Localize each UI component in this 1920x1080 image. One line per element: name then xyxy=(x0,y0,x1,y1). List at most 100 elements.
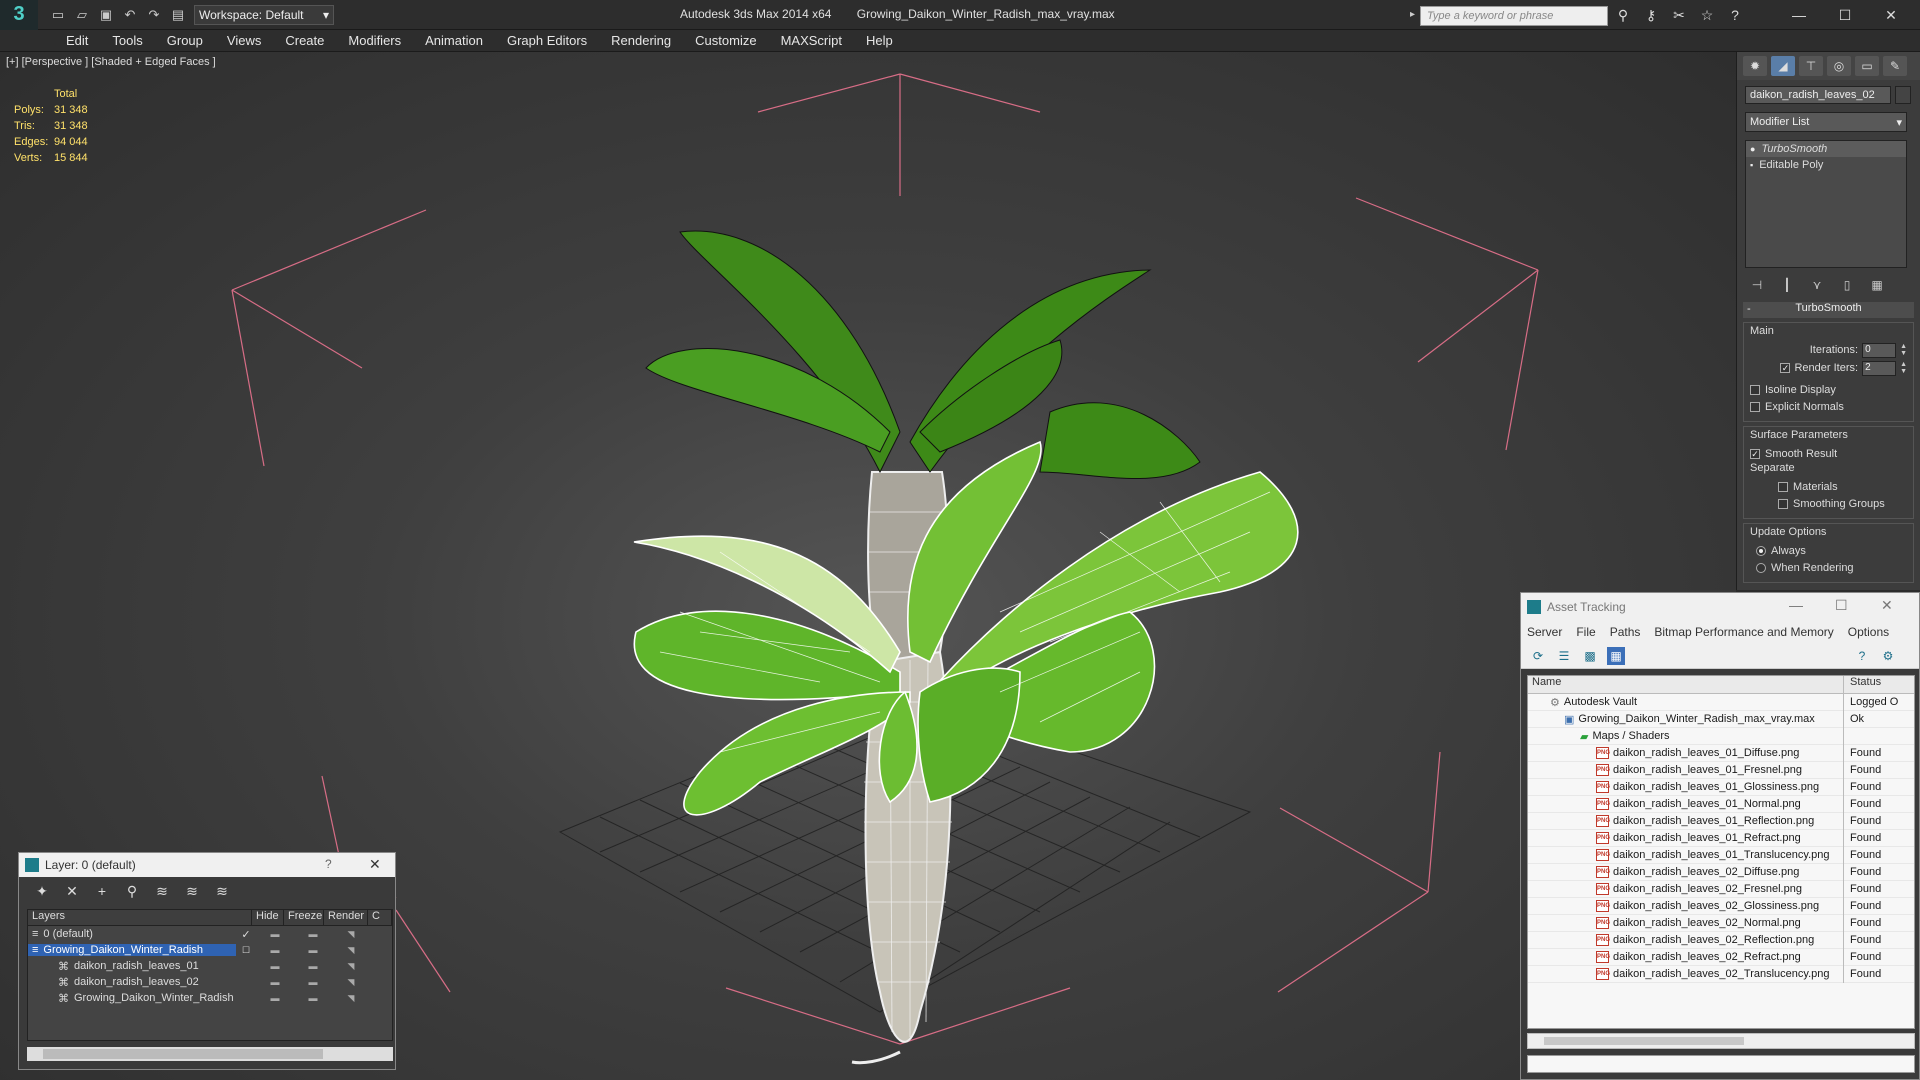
table-row[interactable]: ⚙ Autodesk Vault Logged O xyxy=(1528,693,1914,711)
help-icon[interactable]: ? xyxy=(1853,647,1871,665)
table-row[interactable]: PNG daikon_radish_leaves_02_Refract.png Fo… xyxy=(1528,948,1914,966)
menu-customize[interactable]: Customize xyxy=(683,33,768,48)
subscription-icon[interactable]: ⚷ xyxy=(1640,6,1662,24)
table-row[interactable]: PNG daikon_radish_leaves_02_Fresnel.png Fo… xyxy=(1528,880,1914,898)
render-iters-spinner[interactable]: 2 xyxy=(1862,360,1897,376)
smoothing-groups-checkbox[interactable] xyxy=(1778,498,1788,509)
freeze-toggle[interactable]: ▬ xyxy=(294,993,332,1003)
open-file-icon[interactable]: ▱ xyxy=(72,6,92,24)
pin-stack-icon[interactable]: ⊣ xyxy=(1747,276,1767,294)
menu-create[interactable]: Create xyxy=(273,33,336,48)
object-color-swatch[interactable] xyxy=(1895,86,1911,104)
freeze-toggle[interactable]: ▬ xyxy=(294,977,332,987)
minimize-icon[interactable]: — xyxy=(1776,0,1822,30)
search-input[interactable]: Type a keyword or phrase xyxy=(1420,6,1608,26)
utilities-tab-icon[interactable]: ✎ xyxy=(1883,56,1907,76)
stack-item-editable-poly[interactable]: ▪ Editable Poly xyxy=(1746,157,1906,173)
menu-rendering[interactable]: Rendering xyxy=(599,33,683,48)
col-hide[interactable]: Hide xyxy=(252,910,284,925)
make-unique-icon[interactable]: ⋎ xyxy=(1807,276,1827,294)
menu-maxscript[interactable]: MAXScript xyxy=(769,33,854,48)
spinner-arrows-icon[interactable]: ▲ ▼ xyxy=(1900,343,1907,357)
table-row[interactable]: PNG daikon_radish_leaves_01_Glossiness.pn… xyxy=(1528,778,1914,796)
freeze-toggle[interactable]: ▬ xyxy=(294,945,332,955)
turbosmooth-rollout-header[interactable]: - TurboSmooth xyxy=(1743,302,1914,318)
show-end-result-icon[interactable]: ┃ xyxy=(1777,276,1797,294)
table-row[interactable]: PNG daikon_radish_leaves_01_Fresnel.png Fo… xyxy=(1528,761,1914,779)
always-radio[interactable] xyxy=(1756,545,1766,556)
set-current-box[interactable]: ☐ xyxy=(236,945,256,956)
scrollbar-thumb[interactable] xyxy=(1544,1037,1744,1045)
workspace-dropdown[interactable]: Workspace: Default ▾ xyxy=(194,4,334,25)
hide-toggle[interactable]: ▬ xyxy=(256,977,294,987)
menu-graph-editors[interactable]: Graph Editors xyxy=(495,33,599,48)
menu-server[interactable]: Server xyxy=(1527,625,1562,639)
project-folder-icon[interactable]: ▤ xyxy=(168,6,188,24)
table-row[interactable]: PNG daikon_radish_leaves_01_Translucency.… xyxy=(1528,846,1914,864)
add-to-layer-icon[interactable]: + xyxy=(93,882,111,900)
list-view-icon[interactable]: ☰ xyxy=(1555,647,1573,665)
leaves-front[interactable] xyxy=(633,440,1299,816)
menu-views[interactable]: Views xyxy=(215,33,273,48)
stack-item-turbosmooth[interactable]: ● TurboSmooth xyxy=(1746,141,1906,157)
table-row[interactable]: PNG daikon_radish_leaves_01_Diffuse.png Fo… xyxy=(1528,744,1914,762)
table-row[interactable]: PNG daikon_radish_leaves_02_Reflection.pn… xyxy=(1528,931,1914,949)
table-row[interactable]: ⌘ Growing_Daikon_Winter_Radish ▬ ▬ ◥ xyxy=(28,990,392,1006)
render-toggle-icon[interactable]: ◥ xyxy=(332,945,370,956)
close-icon[interactable]: ✕ xyxy=(1881,597,1893,614)
table-row[interactable]: PNG daikon_radish_leaves_02_Glossiness.pn… xyxy=(1528,897,1914,915)
table-row[interactable]: ≡ Growing_Daikon_Winter_Radish ☐ ▬ ▬ ◥ xyxy=(28,942,392,958)
menu-edit[interactable]: Edit xyxy=(54,33,100,48)
help-icon[interactable]: ? xyxy=(325,857,332,871)
render-iters-checkbox[interactable]: ✓ xyxy=(1780,363,1791,373)
refresh-icon[interactable]: ⟳ xyxy=(1529,647,1547,665)
materials-checkbox[interactable] xyxy=(1778,481,1788,492)
table-row[interactable]: ▣ Growing_Daikon_Winter_Radish_max_vray.m… xyxy=(1528,710,1914,728)
render-toggle-icon[interactable]: ◥ xyxy=(332,929,370,940)
leaves-back[interactable] xyxy=(645,230,1201,480)
app-logo-icon[interactable]: 3 xyxy=(0,0,38,30)
select-in-layer-icon[interactable]: ⚲ xyxy=(123,882,141,900)
display-tab-icon[interactable]: ▭ xyxy=(1855,56,1879,76)
close-icon[interactable]: ✕ xyxy=(1868,0,1914,30)
minimize-icon[interactable]: — xyxy=(1789,597,1803,613)
isoline-checkbox[interactable] xyxy=(1750,384,1760,395)
remove-modifier-icon[interactable]: ▯ xyxy=(1837,276,1857,294)
save-icon[interactable]: ▣ xyxy=(96,6,116,24)
menu-options[interactable]: Options xyxy=(1848,625,1889,639)
horizontal-scrollbar[interactable] xyxy=(1527,1033,1915,1049)
hide-toggle[interactable]: ▬ xyxy=(256,961,294,971)
motion-tab-icon[interactable]: ◎ xyxy=(1827,56,1851,76)
expand-icon[interactable]: ▪ xyxy=(1750,160,1753,170)
col-status[interactable]: Status xyxy=(1844,676,1881,693)
maximize-icon[interactable]: ☐ xyxy=(1822,0,1868,30)
highlight-layer-icon[interactable]: ≋ xyxy=(153,882,171,900)
smooth-result-checkbox[interactable]: ✓ xyxy=(1750,448,1760,459)
create-layer-icon[interactable]: ✦ xyxy=(33,882,51,900)
table-row[interactable]: PNG daikon_radish_leaves_01_Refract.png Fo… xyxy=(1528,829,1914,847)
menu-help[interactable]: Help xyxy=(854,33,905,48)
render-toggle-icon[interactable]: ◥ xyxy=(332,961,370,972)
when-rendering-radio[interactable] xyxy=(1756,562,1766,573)
menu-bitmap-performance[interactable]: Bitmap Performance and Memory xyxy=(1654,625,1833,639)
menu-file[interactable]: File xyxy=(1576,625,1595,639)
hide-all-icon[interactable]: ≋ xyxy=(183,882,201,900)
layer-window-titlebar[interactable]: Layer: 0 (default) ? ✕ xyxy=(19,853,395,877)
hide-toggle[interactable]: ▬ xyxy=(256,945,294,955)
spinner-arrows-icon[interactable]: ▲ ▼ xyxy=(1900,361,1907,375)
menu-tools[interactable]: Tools xyxy=(100,33,154,48)
col-name[interactable]: Name xyxy=(1528,676,1844,693)
menu-modifiers[interactable]: Modifiers xyxy=(336,33,413,48)
hide-toggle[interactable]: ▬ xyxy=(256,929,294,939)
help-icon[interactable]: ? xyxy=(1724,6,1746,24)
horizontal-scrollbar[interactable] xyxy=(27,1047,393,1061)
scrollbar-thumb[interactable] xyxy=(43,1049,323,1059)
table-row[interactable]: ≡ 0 (default) ✓ ▬ ▬ ◥ xyxy=(28,926,392,942)
freeze-all-icon[interactable]: ≋ xyxy=(213,882,231,900)
create-tab-icon[interactable]: ✹ xyxy=(1743,56,1767,76)
settings-icon[interactable]: ⚙ xyxy=(1879,647,1897,665)
hierarchy-tab-icon[interactable]: ⊤ xyxy=(1799,56,1823,76)
col-layers[interactable]: Layers xyxy=(28,910,252,925)
freeze-toggle[interactable]: ▬ xyxy=(294,961,332,971)
menu-group[interactable]: Group xyxy=(155,33,215,48)
